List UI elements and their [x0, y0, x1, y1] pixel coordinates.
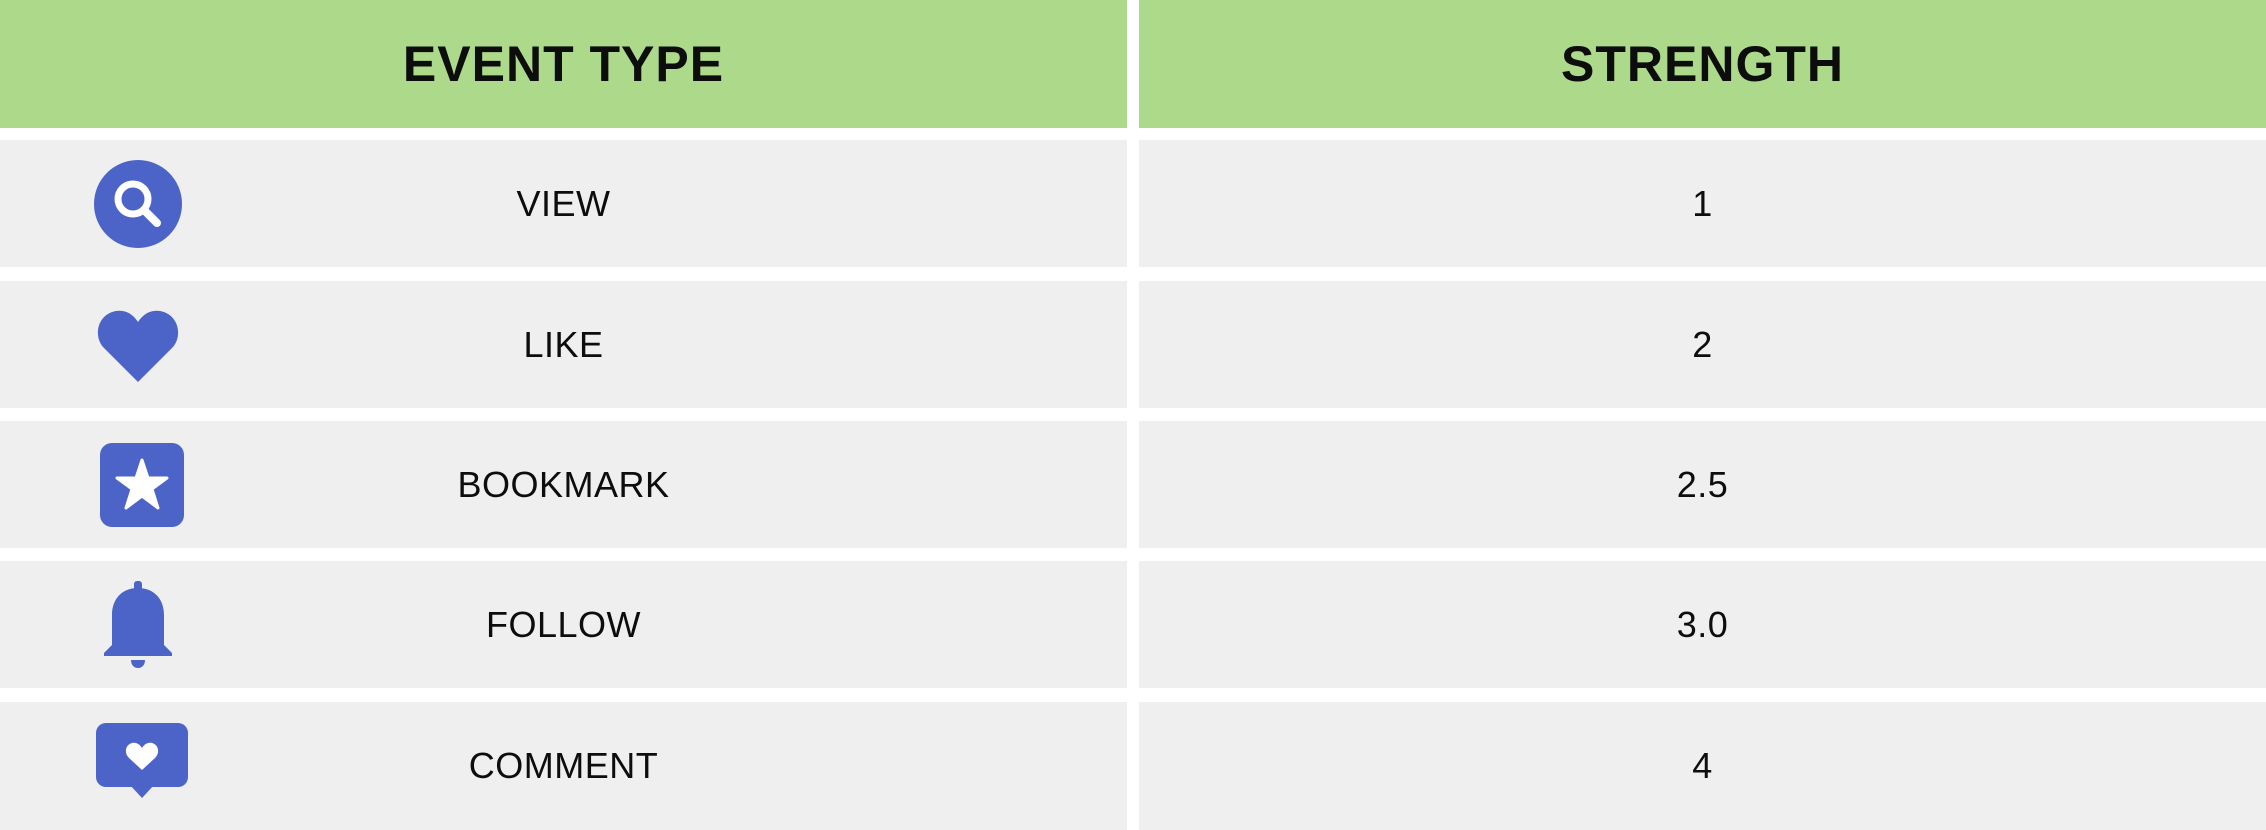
table-row-event: BOOKMARK: [0, 421, 1127, 548]
event-name: LIKE: [523, 323, 604, 365]
header-event-type: EVENT TYPE: [0, 0, 1127, 128]
event-name: BOOKMARK: [457, 463, 670, 505]
strength-value: 3.0: [1676, 603, 1729, 645]
table-row-event: LIKE: [0, 281, 1127, 408]
table-row-strength: 2: [1139, 281, 2266, 408]
table-row-event: COMMENT: [0, 702, 1127, 830]
table-row-strength: 4: [1139, 702, 2266, 830]
event-strength-table: EVENT TYPE STRENGTH VIEW 1 LIKE 2 BOOKMA…: [0, 0, 2266, 830]
table-row-event: FOLLOW: [0, 561, 1127, 688]
table-row-strength: 3.0: [1139, 561, 2266, 688]
header-strength: STRENGTH: [1139, 0, 2266, 128]
strength-value: 4: [1692, 745, 1713, 786]
table-row-strength: 1: [1139, 140, 2266, 267]
event-name: FOLLOW: [485, 603, 641, 645]
event-name: VIEW: [516, 182, 611, 224]
table-row-strength: 2.5: [1139, 421, 2266, 548]
header-event-type-label: EVENT TYPE: [402, 36, 725, 92]
header-strength-label: STRENGTH: [1561, 36, 1844, 92]
strength-value: 2.5: [1676, 463, 1729, 505]
table-row-event: VIEW: [0, 140, 1127, 267]
strength-value: 2: [1692, 323, 1713, 365]
strength-value: 1: [1692, 182, 1713, 224]
event-name: COMMENT: [468, 745, 659, 786]
